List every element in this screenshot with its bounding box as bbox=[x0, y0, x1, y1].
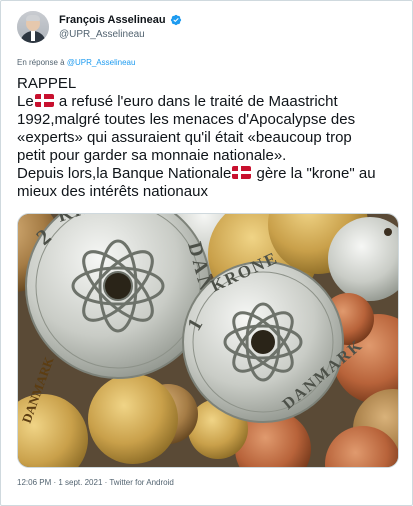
reply-mention-link[interactable]: @UPR_Asselineau bbox=[67, 58, 136, 67]
denmark-flag-icon bbox=[232, 166, 252, 179]
tweet-line: mieux des intérêts nationaux bbox=[17, 183, 208, 200]
tweet-line: Le a refusé l'euro dans le traité de Maa… bbox=[17, 93, 338, 110]
reply-context: En réponse à @UPR_Asselineau bbox=[17, 58, 135, 68]
tweet-photo[interactable]: DANMARK 2 KRONE DANMARK bbox=[17, 213, 399, 468]
tweet-card: François Asselineau @UPR_Asselineau En r… bbox=[0, 0, 413, 506]
avatar[interactable] bbox=[17, 11, 49, 43]
tweet-line: 1992,malgré toutes les menaces d'Apocaly… bbox=[17, 111, 356, 128]
tweet-line: RAPPEL bbox=[17, 75, 77, 92]
handle[interactable]: @UPR_Asselineau bbox=[59, 28, 182, 41]
reply-prefix: En réponse à bbox=[17, 58, 65, 67]
denmark-flag-icon bbox=[34, 94, 54, 107]
tweet-timestamp[interactable]: 12:06 PM · 1 sept. 2021 · Twitter for An… bbox=[17, 478, 174, 488]
tweet-text: RAPPEL Le a refusé l'euro dans le traité… bbox=[17, 75, 402, 201]
display-name[interactable]: François Asselineau bbox=[59, 13, 166, 27]
verified-badge-icon bbox=[170, 14, 181, 26]
tweet-line: «experts» qui assuraient qu'il était «be… bbox=[17, 129, 352, 146]
tweet-line: petit pour garder sa monnaie nationale». bbox=[17, 147, 287, 164]
author-names: François Asselineau @UPR_Asselineau bbox=[59, 13, 182, 41]
danish-coins-photo: DANMARK 2 KRONE DANMARK bbox=[18, 214, 398, 467]
tweet-line: Depuis lors,la Banque Nationale gère la … bbox=[17, 165, 376, 182]
tweet-header: François Asselineau @UPR_Asselineau bbox=[17, 11, 396, 47]
